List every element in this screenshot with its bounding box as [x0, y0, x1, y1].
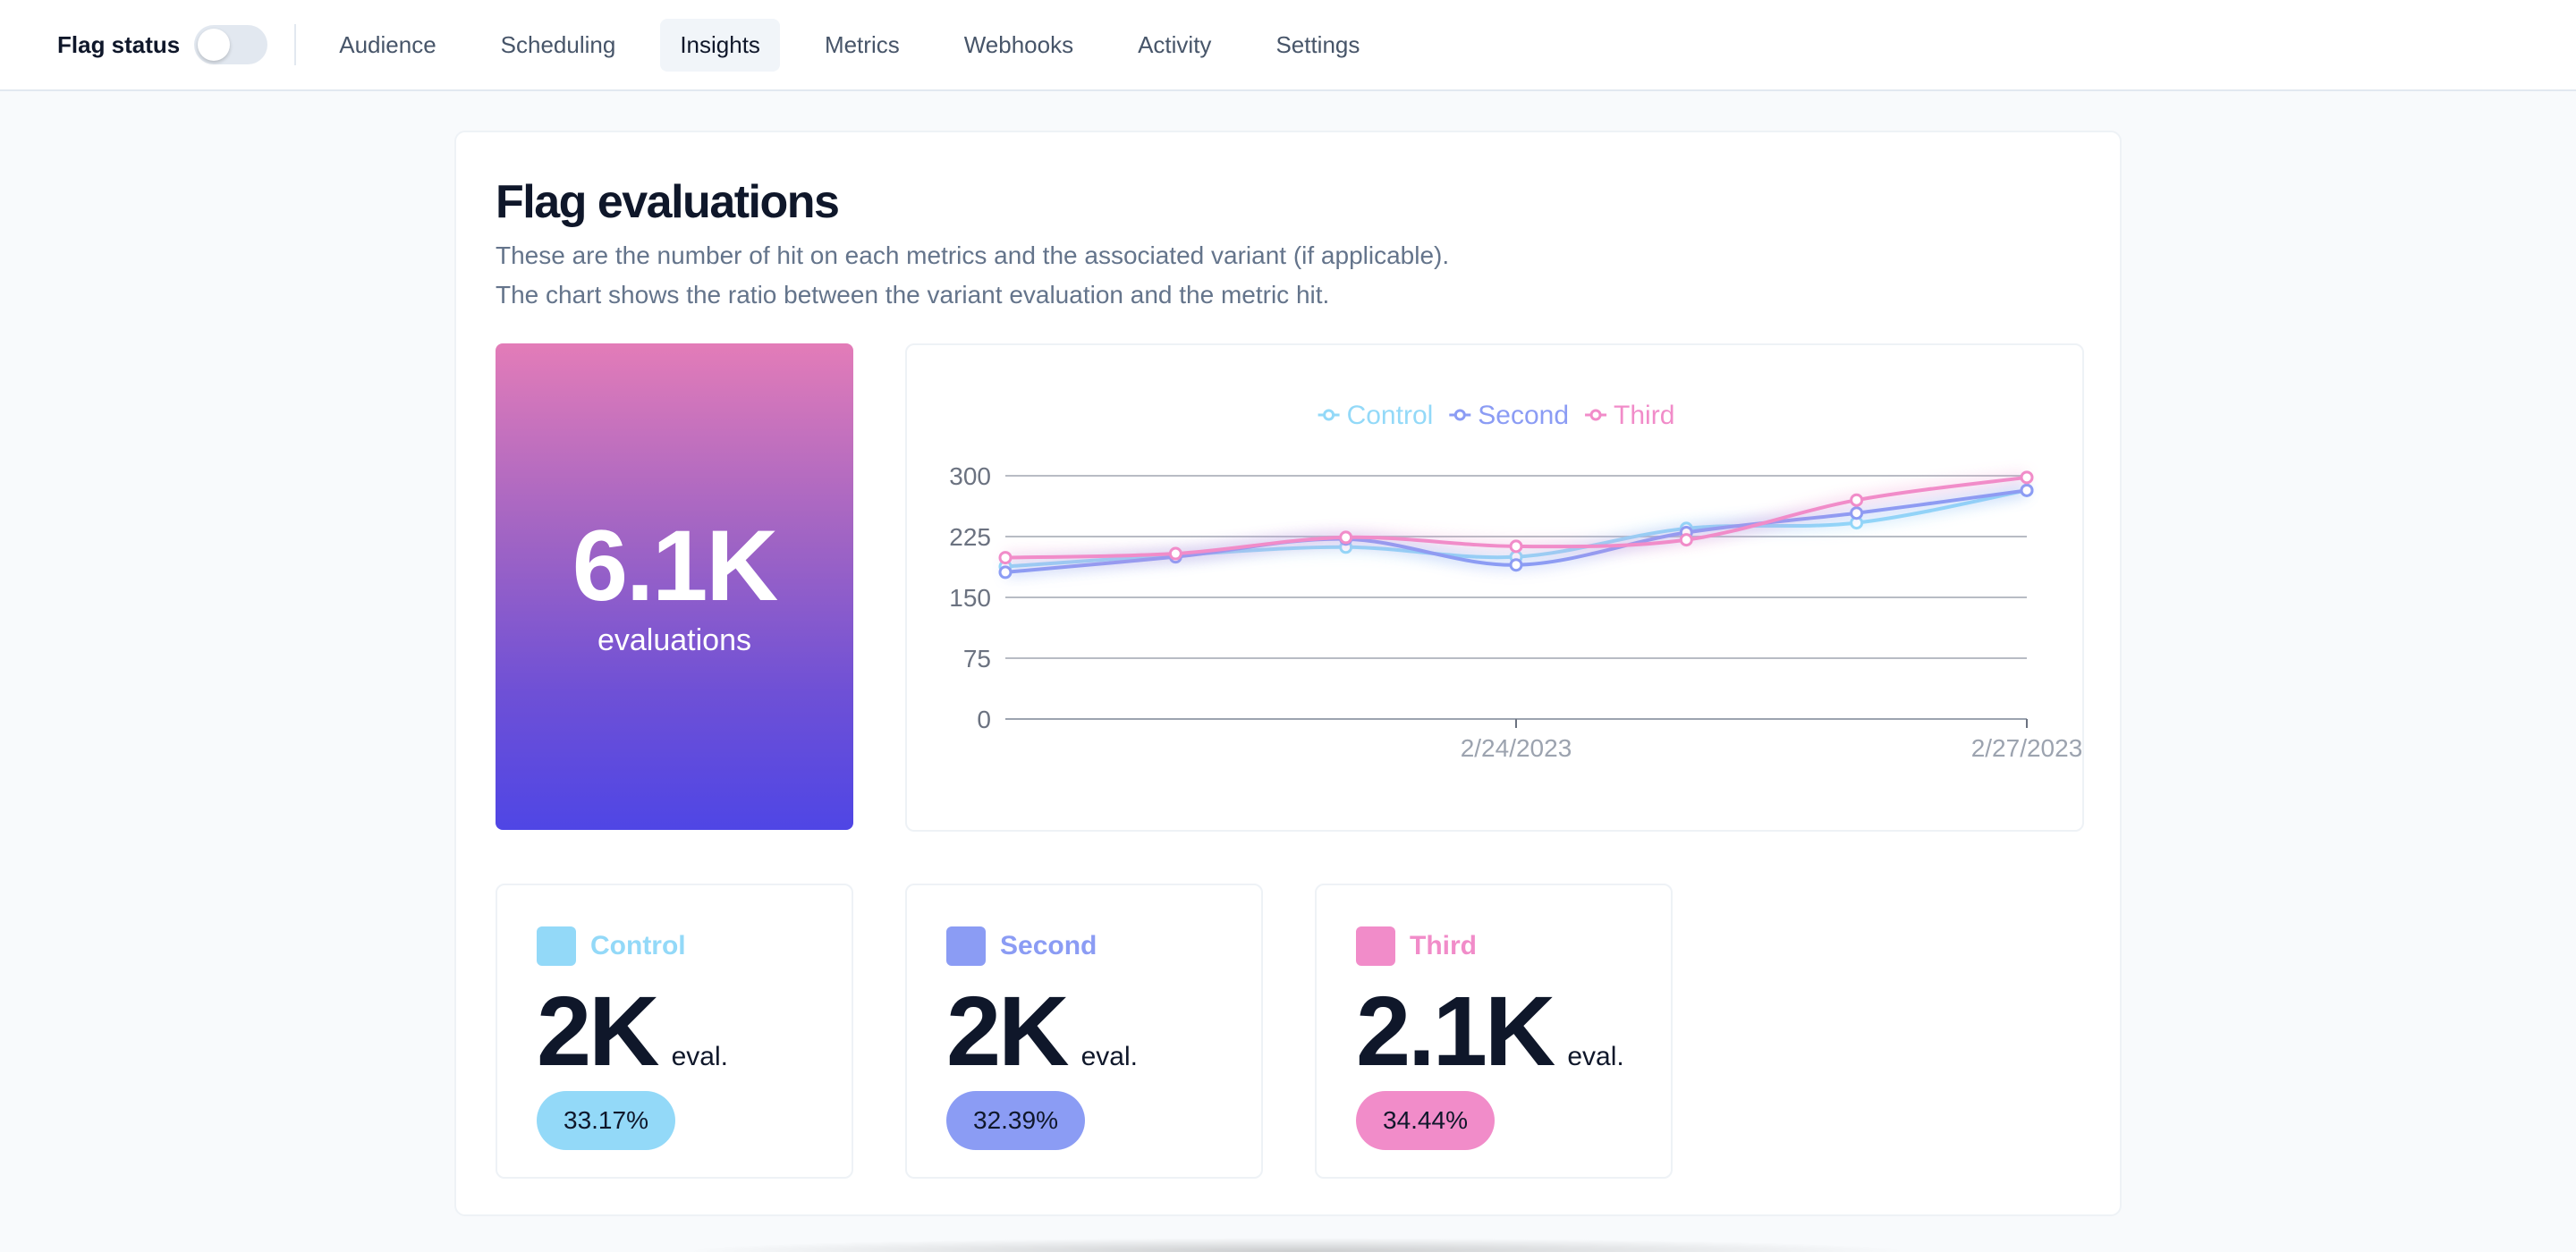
data-point-third: [1509, 539, 1523, 554]
nav-divider: [294, 24, 297, 65]
data-point-third: [2020, 470, 2034, 485]
total-evaluations-label: evaluations: [597, 622, 751, 657]
total-evaluations-value: 6.1K: [572, 509, 779, 622]
chart-legend: Control Second Third: [1318, 401, 1674, 430]
variant-header: Control: [537, 926, 686, 966]
total-evaluations-card: 6.1K evaluations: [496, 343, 853, 830]
variant-card-control: Control 2K eval. 33.17%: [496, 884, 853, 1179]
variant-name: Control: [590, 931, 686, 960]
legend-label: Control: [1347, 401, 1434, 430]
tab-insights[interactable]: Insights: [660, 18, 780, 72]
data-point-second: [2020, 483, 2034, 497]
evaluations-chart-card: Control Second Third 0 75 150 225 300 2/24/202…: [905, 343, 2084, 832]
y-tick-label: 0: [977, 706, 991, 733]
legend-item-control: Control: [1318, 401, 1434, 430]
y-axis-ticks: 0 75 150 225 300: [949, 462, 991, 733]
tab-settings[interactable]: Settings: [1256, 19, 1379, 72]
variant-count-unit: eval.: [671, 1042, 728, 1071]
page-title: Flag evaluations: [496, 176, 840, 228]
variant-count: 2K eval.: [537, 980, 728, 1084]
variant-percent-badge: 33.17%: [537, 1091, 675, 1150]
variant-count: 2.1K eval.: [1356, 980, 1624, 1084]
bottom-shadow: [680, 1238, 1914, 1252]
variant-percent-badge: 34.44%: [1356, 1091, 1495, 1150]
legend-marker: [1453, 409, 1466, 421]
data-point-third: [998, 551, 1013, 565]
top-nav: Flag status Audience Scheduling Insights…: [0, 0, 2576, 91]
variant-count-unit: eval.: [1080, 1042, 1138, 1071]
description-line-1: These are the number of hit on each metr…: [496, 241, 1450, 269]
variant-card-third: Third 2.1K eval. 34.44%: [1315, 884, 1673, 1179]
legend-item-second: Second: [1449, 401, 1569, 430]
toggle-knob: [198, 29, 231, 61]
data-point-third: [1339, 530, 1353, 545]
variant-count: 2K eval.: [946, 980, 1138, 1084]
tab-webhooks[interactable]: Webhooks: [945, 19, 1093, 72]
data-point-third: [1850, 493, 1864, 507]
variant-color-swatch: [537, 926, 576, 966]
tab-audience[interactable]: Audience: [319, 19, 455, 72]
variant-header: Third: [1356, 926, 1477, 966]
flag-status-label: Flag status: [57, 30, 181, 58]
variant-name: Second: [1000, 931, 1097, 960]
legend-label: Second: [1478, 401, 1569, 430]
variant-color-swatch: [946, 926, 986, 966]
y-tick-label: 300: [949, 462, 991, 490]
tab-metrics[interactable]: Metrics: [805, 19, 919, 72]
data-point-third: [1168, 546, 1182, 561]
variant-count-value: 2K: [537, 977, 660, 1087]
data-point-third: [1679, 533, 1693, 547]
description-line-2: The chart shows the ratio between the va…: [496, 281, 1330, 309]
legend-marker: [1323, 409, 1335, 421]
flag-status: Flag status: [57, 25, 268, 64]
insights-card: Flag evaluations These are the number of…: [454, 131, 2122, 1216]
tab-activity[interactable]: Activity: [1118, 19, 1231, 72]
legend-item-third: Third: [1585, 401, 1674, 430]
variant-count-value: 2K: [946, 977, 1070, 1087]
legend-marker: [1589, 409, 1602, 421]
chart-series: [998, 470, 2034, 579]
tab-bar: Audience Scheduling Insights Metrics Web…: [319, 18, 1404, 72]
evaluations-line-chart: Control Second Third 0 75 150 225 300 2/24/202…: [949, 401, 2083, 762]
x-tick-label: 2/27/2023: [1971, 734, 2083, 762]
y-tick-label: 150: [949, 584, 991, 612]
variant-header: Second: [946, 926, 1097, 966]
y-tick-label: 225: [949, 523, 991, 551]
data-point-second: [1850, 506, 1864, 520]
x-tick-label: 2/24/2023: [1461, 734, 1572, 762]
variant-percent-badge: 32.39%: [946, 1091, 1085, 1150]
variant-color-swatch: [1356, 926, 1395, 966]
variant-count-unit: eval.: [1567, 1042, 1624, 1071]
variant-name: Third: [1410, 931, 1477, 960]
flag-status-toggle[interactable]: [194, 25, 268, 64]
tab-scheduling[interactable]: Scheduling: [481, 19, 636, 72]
variant-count-value: 2.1K: [1356, 977, 1555, 1087]
variant-card-second: Second 2K eval. 32.39%: [905, 884, 1263, 1179]
y-tick-label: 75: [963, 645, 991, 673]
data-point-second: [998, 565, 1013, 579]
legend-label: Third: [1614, 401, 1674, 430]
x-axis: 2/24/2023 2/27/2023: [1461, 719, 2083, 762]
data-point-second: [1509, 558, 1523, 572]
